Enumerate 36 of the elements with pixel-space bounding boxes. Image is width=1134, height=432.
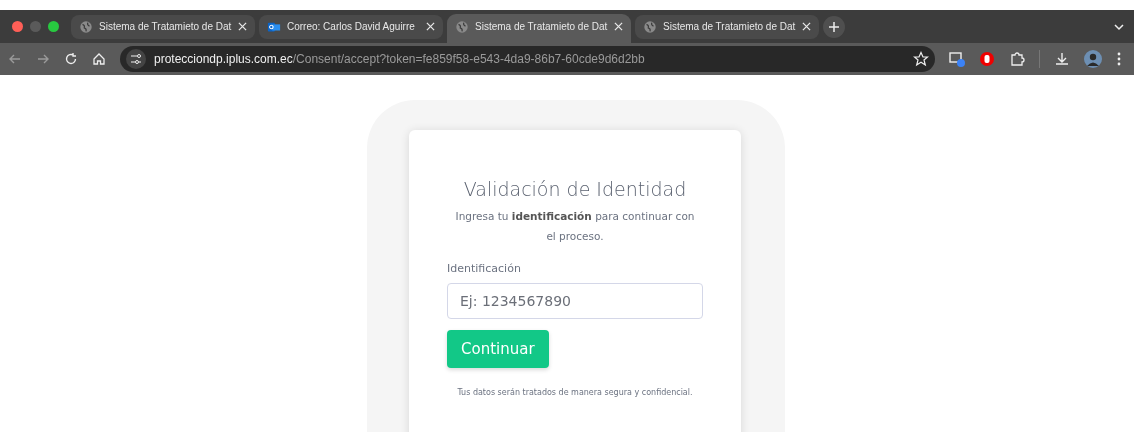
back-arrow-icon[interactable]: [8, 52, 22, 66]
address-bar[interactable]: protecciondp.iplus.com.ec/Consent/accept?token=fe859f58-e543-4da9-86b7-60cde9d6d2bb: [120, 46, 935, 72]
close-icon[interactable]: [614, 22, 623, 31]
new-tab-button[interactable]: [823, 15, 845, 38]
form-title: Validación de Identidad: [463, 178, 687, 200]
url-text: protecciondp.iplus.com.ec/Consent/accept?token=fe859f58-e543-4da9-86b7-60cde9d6d2bb: [154, 52, 646, 66]
form-subtitle: Ingresa tu identificación para continuar con el proceso.: [454, 209, 696, 244]
tab-title: Sistema de Tratamieto de Dat: [99, 21, 232, 32]
star-icon[interactable]: [913, 51, 929, 67]
browser-tab[interactable]: Sistema de Tratamieto de Dat: [635, 14, 819, 39]
close-icon[interactable]: [802, 22, 811, 31]
menu-icon[interactable]: [1116, 51, 1122, 67]
field-label: Identificación: [447, 262, 522, 275]
browser-tab[interactable]: Sistema de Tratamieto de Dat: [71, 14, 255, 39]
close-icon[interactable]: [238, 22, 247, 31]
tab-title: Correo: Carlos David Aguirre: [287, 21, 416, 32]
site-settings-icon[interactable]: [126, 49, 146, 69]
reload-icon[interactable]: [64, 52, 78, 66]
close-window-button[interactable]: [12, 21, 23, 32]
globe-icon: [455, 19, 469, 34]
privacy-note: Tus datos serán tratados de manera segura y confidencial.: [457, 388, 693, 397]
tab-title: Sistema de Tratamieto de Dat: [475, 21, 608, 32]
forward-arrow-icon[interactable]: [36, 52, 50, 66]
zoom-window-button[interactable]: [48, 21, 59, 32]
extension-icon[interactable]: [949, 51, 965, 67]
home-icon[interactable]: [92, 52, 106, 66]
globe-icon: [643, 19, 657, 34]
plus-icon: [829, 21, 839, 32]
globe-icon: [79, 19, 93, 34]
puzzle-icon[interactable]: [1009, 51, 1025, 67]
avatar-icon[interactable]: [1084, 50, 1102, 68]
close-icon[interactable]: [426, 22, 435, 31]
id-input-field[interactable]: Ej: 1234567890: [447, 283, 703, 319]
tab-title: Sistema de Tratamieto de Dat: [663, 21, 796, 32]
browser-tab[interactable]: Correo: Carlos David Aguirre: [259, 14, 443, 39]
download-icon[interactable]: [1054, 51, 1070, 67]
